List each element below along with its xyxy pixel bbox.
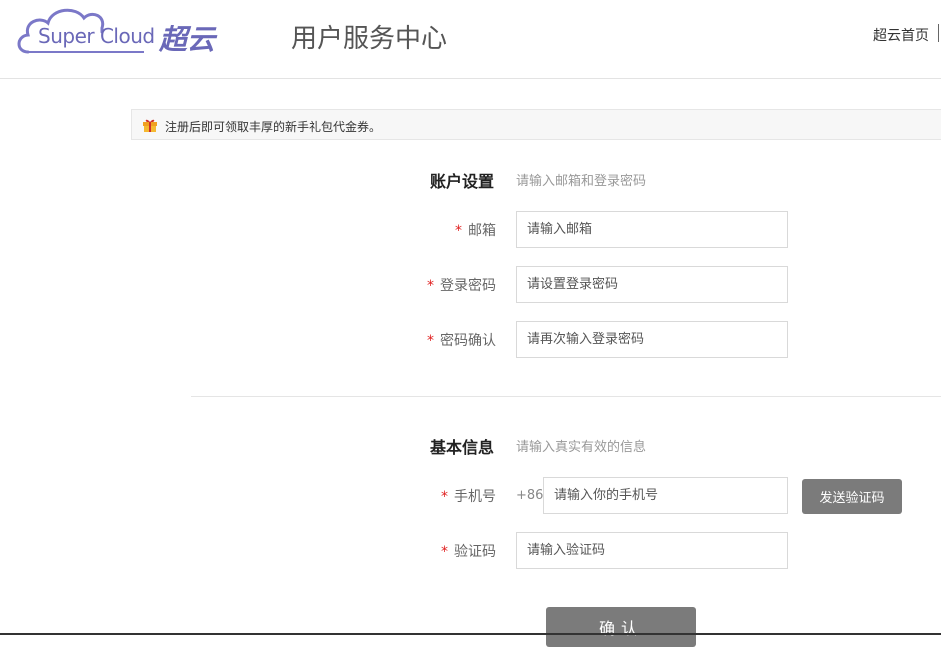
notice-text: 注册后即可领取丰厚的新手礼包代金券。 bbox=[165, 120, 382, 134]
email-field[interactable] bbox=[516, 211, 788, 248]
logo-chinese-text: 超云 bbox=[159, 23, 216, 56]
logo[interactable]: Super Cloud 超云 bbox=[14, 2, 229, 60]
basic-section-title: 基本信息 bbox=[430, 438, 495, 457]
header-divider bbox=[938, 24, 939, 42]
required-mark: * bbox=[455, 223, 462, 239]
password-field[interactable] bbox=[516, 266, 788, 303]
code-label: * 验证码 bbox=[441, 544, 496, 560]
password-confirm-field[interactable] bbox=[516, 321, 788, 358]
required-mark: * bbox=[427, 333, 434, 349]
gift-icon bbox=[143, 119, 157, 132]
logo-text: Super Cloud bbox=[38, 24, 155, 48]
verification-code-field[interactable] bbox=[516, 532, 788, 569]
required-mark: * bbox=[441, 544, 448, 560]
account-section-title: 账户设置 bbox=[430, 172, 495, 191]
email-label: * 邮箱 bbox=[455, 223, 496, 239]
header: Super Cloud 超云 用户服务中心 超云首页 bbox=[0, 0, 941, 79]
confirm-button[interactable]: 确认 bbox=[546, 607, 696, 647]
home-link[interactable]: 超云首页 bbox=[873, 25, 929, 45]
required-mark: * bbox=[441, 489, 448, 505]
phone-field[interactable] bbox=[543, 477, 788, 514]
basic-section-hint: 请输入真实有效的信息 bbox=[516, 440, 647, 455]
password-label: * 登录密码 bbox=[427, 278, 496, 294]
notice-bar: 注册后即可领取丰厚的新手礼包代金券。 bbox=[131, 109, 941, 140]
phone-prefix: +86 bbox=[516, 488, 544, 503]
account-section-hint: 请输入邮箱和登录密码 bbox=[516, 174, 647, 189]
section-divider bbox=[191, 396, 941, 397]
page-title: 用户服务中心 bbox=[291, 24, 448, 54]
phone-label: * 手机号 bbox=[441, 489, 496, 505]
send-code-button[interactable]: 发送验证码 bbox=[802, 479, 902, 514]
password-confirm-label: * 密码确认 bbox=[427, 333, 496, 349]
required-mark: * bbox=[427, 278, 434, 294]
